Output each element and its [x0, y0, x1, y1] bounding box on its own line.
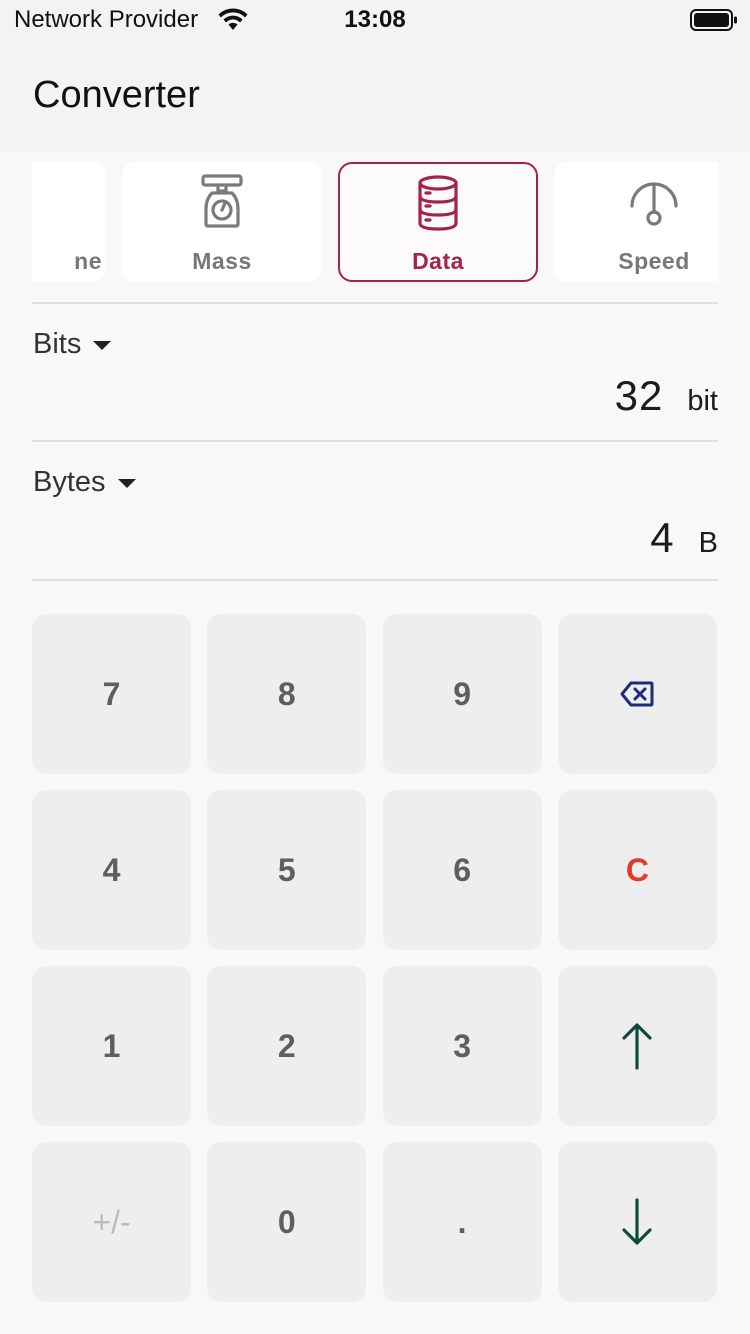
divider: [32, 302, 718, 304]
key-3[interactable]: 3: [382, 966, 542, 1126]
clock: 13:08: [344, 6, 406, 33]
divider: [32, 579, 718, 581]
to-unit-name: Bytes: [33, 466, 106, 498]
category-data[interactable]: Data: [338, 162, 538, 282]
database-icon: [418, 175, 458, 231]
page-title: Converter: [33, 74, 200, 116]
battery-icon: [690, 9, 737, 31]
key-6[interactable]: 6: [382, 790, 542, 950]
category-selector[interactable]: ne Mass Data Speed: [32, 152, 718, 292]
key-4[interactable]: 4: [32, 790, 191, 950]
category-mass[interactable]: Mass: [122, 162, 322, 282]
from-unit-dropdown[interactable]: Bits: [33, 328, 112, 361]
from-value-display[interactable]: 32 bit: [615, 372, 718, 420]
swap-up-button[interactable]: [557, 966, 717, 1126]
key-8[interactable]: 8: [207, 614, 367, 774]
key-1[interactable]: 1: [32, 966, 191, 1126]
category-label: Mass: [192, 248, 252, 274]
keypad: 7 8 9 4 5 6 C 1 2 3 +/- 0 .: [32, 614, 718, 1302]
backspace-icon: [620, 681, 654, 707]
chevron-down-icon: [93, 341, 112, 350]
key-0[interactable]: 0: [207, 1142, 367, 1302]
key-5[interactable]: 5: [207, 790, 367, 950]
arrow-down-icon: [622, 1198, 652, 1245]
divider: [32, 440, 718, 442]
category-speed[interactable]: Speed: [554, 162, 718, 282]
category-label: ne: [74, 248, 102, 274]
clear-button[interactable]: C: [557, 790, 717, 950]
backspace-button[interactable]: [557, 614, 717, 774]
chevron-down-icon: [117, 479, 136, 488]
arrow-up-icon: [622, 1023, 652, 1070]
swap-down-button[interactable]: [557, 1142, 717, 1302]
to-value: 4: [650, 514, 675, 561]
scale-icon: [201, 174, 243, 228]
speedometer-icon: [630, 182, 678, 226]
app-bar: Network Provider 13:08 Converter: [0, 0, 750, 152]
from-unit-symbol: bit: [687, 385, 718, 417]
category-time[interactable]: ne: [32, 162, 106, 282]
category-label: Data: [412, 248, 464, 274]
from-unit-name: Bits: [33, 328, 82, 360]
to-unit-dropdown[interactable]: Bytes: [33, 466, 136, 499]
to-value-display[interactable]: 4 B: [650, 514, 718, 562]
sign-toggle-button[interactable]: +/-: [32, 1142, 191, 1302]
to-unit-symbol: B: [698, 527, 718, 559]
from-value: 32: [614, 372, 664, 419]
decimal-button[interactable]: .: [382, 1142, 542, 1302]
key-7[interactable]: 7: [32, 614, 191, 774]
category-label: Speed: [618, 248, 690, 274]
key-9[interactable]: 9: [382, 614, 542, 774]
status-bar: Network Provider 13:08: [0, 0, 750, 40]
key-2[interactable]: 2: [207, 966, 367, 1126]
